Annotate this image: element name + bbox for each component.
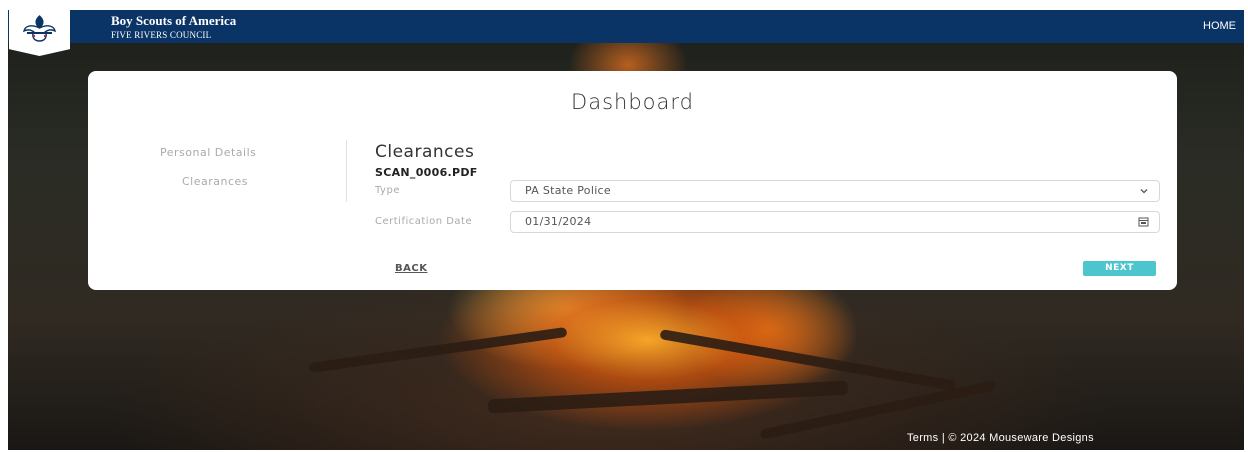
- sidebar-item-personal-details[interactable]: Personal Details: [160, 146, 256, 159]
- back-button[interactable]: BACK: [395, 263, 427, 274]
- top-navigation-bar: Boy Scouts of America FIVE RIVERS COUNCI…: [8, 10, 1244, 43]
- type-select-value: PA State Police: [525, 184, 611, 197]
- certification-date-input[interactable]: 01/31/2024: [510, 211, 1160, 233]
- certification-date-value: 01/31/2024: [525, 215, 592, 228]
- footer: Terms | © 2024 Mouseware Designs: [907, 432, 1094, 444]
- fleur-de-lis-icon: [23, 15, 56, 42]
- next-button[interactable]: NEXT: [1083, 261, 1156, 276]
- calendar-icon[interactable]: [1138, 216, 1149, 227]
- bsa-logo[interactable]: [9, 10, 70, 56]
- council-name: FIVE RIVERS COUNCIL: [111, 30, 212, 40]
- terms-link[interactable]: Terms: [907, 432, 938, 444]
- copyright-text: © 2024 Mouseware Designs: [948, 432, 1094, 444]
- type-label: Type: [375, 185, 400, 196]
- certification-date-label: Certification Date: [375, 216, 473, 227]
- page-title: Dashboard: [571, 90, 694, 114]
- org-name: Boy Scouts of America: [111, 13, 237, 28]
- type-select[interactable]: PA State Police: [510, 180, 1160, 202]
- home-link[interactable]: HOME: [1203, 20, 1236, 32]
- footer-separator: |: [941, 432, 945, 444]
- section-title: Clearances: [375, 142, 475, 162]
- file-name: SCAN_0006.PDF: [375, 166, 478, 179]
- sidebar-divider: [346, 140, 347, 202]
- dashboard-card: Dashboard Personal Details Clearances Cl…: [88, 71, 1177, 290]
- chevron-down-icon: [1140, 189, 1148, 194]
- sidebar-item-clearances[interactable]: Clearances: [182, 175, 248, 188]
